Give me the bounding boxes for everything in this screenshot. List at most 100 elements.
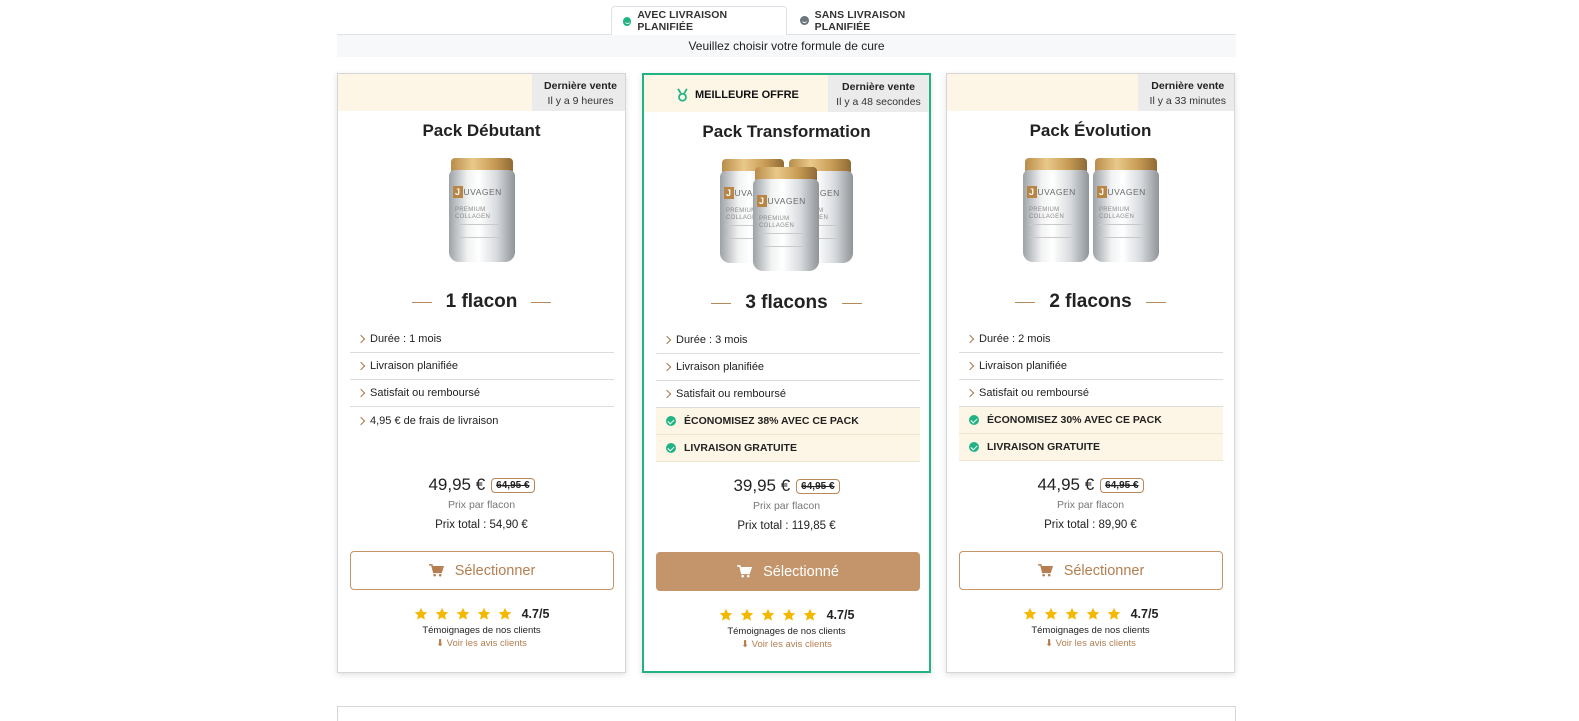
select-button[interactable]: Sélectionner xyxy=(350,551,614,590)
see-reviews-link[interactable]: ⬇ Voir les avis clients xyxy=(947,638,1234,649)
rating-value: 4.7/5 xyxy=(826,608,855,622)
star-icon xyxy=(740,608,753,621)
chevron-right-icon xyxy=(662,362,672,372)
star-icon xyxy=(498,607,511,620)
list-item: ÉCONOMISEZ 38% AVEC CE PACK xyxy=(656,408,920,435)
chevron-right-icon xyxy=(965,334,975,344)
old-price: 64,95 € xyxy=(491,477,535,493)
chevron-right-icon xyxy=(662,389,672,399)
pack-card-transformation[interactable]: MEILLEURE OFFRE Dernière vente Il y a 48… xyxy=(642,73,931,673)
list-item: Durée : 1 mois xyxy=(350,326,614,353)
unit-price: 44,95 € xyxy=(1037,475,1095,494)
tab-label: SANS LIVRAISON PLANIFIÉE xyxy=(814,8,906,33)
list-item: Durée : 2 mois xyxy=(959,326,1223,353)
check-circle-icon xyxy=(969,415,979,425)
tab-label: AVEC LIVRAISON PLANIFIÉE xyxy=(637,9,728,33)
unit-price: 49,95 € xyxy=(428,475,486,494)
star-icon xyxy=(435,607,448,620)
unit-price: 39,95 € xyxy=(733,476,791,495)
rating-value: 4.7/5 xyxy=(521,607,550,621)
pack-title: Pack Évolution xyxy=(1029,121,1152,140)
star-icon xyxy=(1044,607,1057,620)
list-item: Livraison planifiée xyxy=(959,353,1223,380)
check-circle-icon xyxy=(666,416,676,426)
jar-image: JUVAGEN PREMIUMCOLLAGEN xyxy=(753,167,819,273)
tab-scheduled-delivery[interactable]: AVEC LIVRAISON PLANIFIÉE xyxy=(611,6,787,36)
list-item: LIVRAISON GRATUITE xyxy=(959,434,1223,461)
old-price: 64,95 € xyxy=(1100,477,1144,493)
list-item: Livraison planifiée xyxy=(350,353,614,380)
chevron-right-icon xyxy=(356,388,366,398)
medal-icon xyxy=(677,88,688,102)
price-row: 49,95 € 64,95 € xyxy=(338,475,625,495)
see-reviews-link[interactable]: ⬇ Voir les avis clients xyxy=(338,638,625,649)
check-circle-icon xyxy=(666,443,676,453)
tab-no-scheduled-delivery[interactable]: SANS LIVRAISON PLANIFIÉE xyxy=(789,6,969,35)
product-image: J UVAGEN PREMIUM COLLAGEN xyxy=(338,156,625,268)
star-icon xyxy=(1086,607,1099,620)
chevron-right-icon xyxy=(356,334,366,344)
price-per-label: Prix par flacon xyxy=(752,500,821,512)
last-sale-time: Il y a 9 heures xyxy=(547,95,614,107)
jar-image: JUVAGEN PREMIUMCOLLAGEN xyxy=(449,158,515,264)
pack-card-debutant[interactable]: Dernière vente Il y a 9 heures Pack Débu… xyxy=(337,73,626,673)
choose-formula-text: Veuillez choisir votre formule de cure xyxy=(337,35,1236,57)
price-row: 44,95 € 64,95 € xyxy=(947,475,1234,495)
card-header: Dernière vente Il y a 33 minutes xyxy=(947,74,1234,111)
quantity-heading: 1 flacon xyxy=(338,291,625,313)
chevron-right-icon xyxy=(356,361,366,371)
testimonials-label: Témoignages de nos clients xyxy=(727,626,846,637)
product-image: JUVAGEN PREMIUMCOLLAGEN JUVAGEN PREMIUMC… xyxy=(947,156,1234,268)
list-item: Satisfait ou remboursé xyxy=(959,380,1223,407)
star-icon xyxy=(414,607,427,620)
star-icon xyxy=(761,608,774,621)
selected-button[interactable]: Sélectionné xyxy=(656,552,920,591)
list-item: 4,95 € de frais de livraison xyxy=(350,407,614,434)
list-item: LIVRAISON GRATUITE xyxy=(656,435,920,462)
total-price: Prix total : 89,90 € xyxy=(1044,519,1137,531)
check-circle-icon xyxy=(969,442,979,452)
total-price: Prix total : 119,85 € xyxy=(737,520,836,532)
price-per-label: Prix par flacon xyxy=(447,499,516,511)
jar-image: JUVAGEN PREMIUMCOLLAGEN xyxy=(1023,158,1089,264)
feature-list: Durée : 2 mois Livraison planifiée Satis… xyxy=(959,326,1223,461)
cart-icon xyxy=(1037,564,1053,577)
cart-icon xyxy=(737,565,753,578)
jar-image: JUVAGEN PREMIUMCOLLAGEN xyxy=(1093,158,1159,264)
star-icon xyxy=(456,607,469,620)
smiley-icon xyxy=(800,16,809,25)
chevron-right-icon xyxy=(356,416,366,425)
offer-section: AVEC LIVRAISON PLANIFIÉE SANS LIVRAISON … xyxy=(337,0,1236,721)
last-sale-title: Dernière vente xyxy=(544,80,617,92)
rating-value: 4.7/5 xyxy=(1130,607,1159,621)
pack-title: Pack Transformation xyxy=(702,122,871,141)
chevron-right-icon xyxy=(662,335,672,345)
quantity-heading: 2 flacons xyxy=(947,291,1234,313)
delivery-tabs: AVEC LIVRAISON PLANIFIÉE SANS LIVRAISON … xyxy=(337,6,1236,36)
list-item: Satisfait ou remboursé xyxy=(656,381,920,408)
pack-card-evolution[interactable]: Dernière vente Il y a 33 minutes Pack Év… xyxy=(946,73,1235,673)
product-image: JUVAGEN PREMIUMCOLLAGEN JUVAGEN PREMIUMC… xyxy=(644,157,929,271)
list-item: ÉCONOMISEZ 30% AVEC CE PACK xyxy=(959,407,1223,434)
select-button[interactable]: Sélectionner xyxy=(959,551,1223,590)
feature-list: Durée : 3 mois Livraison planifiée Satis… xyxy=(656,327,920,462)
star-icon xyxy=(1065,607,1078,620)
price-row: 39,95 € 64,95 € xyxy=(644,476,929,496)
see-reviews-link[interactable]: ⬇ Voir les avis clients xyxy=(644,639,929,650)
chevron-right-icon xyxy=(965,388,975,398)
list-item: Durée : 3 mois xyxy=(656,327,920,354)
last-sale-box: Dernière vente Il y a 48 secondes xyxy=(828,75,929,112)
smiley-icon xyxy=(623,16,632,26)
best-offer-badge: MEILLEURE OFFRE xyxy=(676,88,799,102)
testimonials-label: Témoignages de nos clients xyxy=(422,625,541,636)
total-price: Prix total : 54,90 € xyxy=(435,519,528,531)
star-icon xyxy=(477,607,490,620)
card-header: MEILLEURE OFFRE Dernière vente Il y a 48… xyxy=(644,75,929,112)
card-header: Dernière vente Il y a 9 heures xyxy=(338,74,625,111)
last-sale-time: Il y a 33 minutes xyxy=(1149,95,1226,107)
star-icon xyxy=(782,608,795,621)
last-sale-time: Il y a 48 secondes xyxy=(836,96,921,108)
chevron-right-icon xyxy=(965,361,975,371)
feature-list: Durée : 1 mois Livraison planifiée Satis… xyxy=(350,326,614,434)
star-icon xyxy=(1023,607,1036,620)
